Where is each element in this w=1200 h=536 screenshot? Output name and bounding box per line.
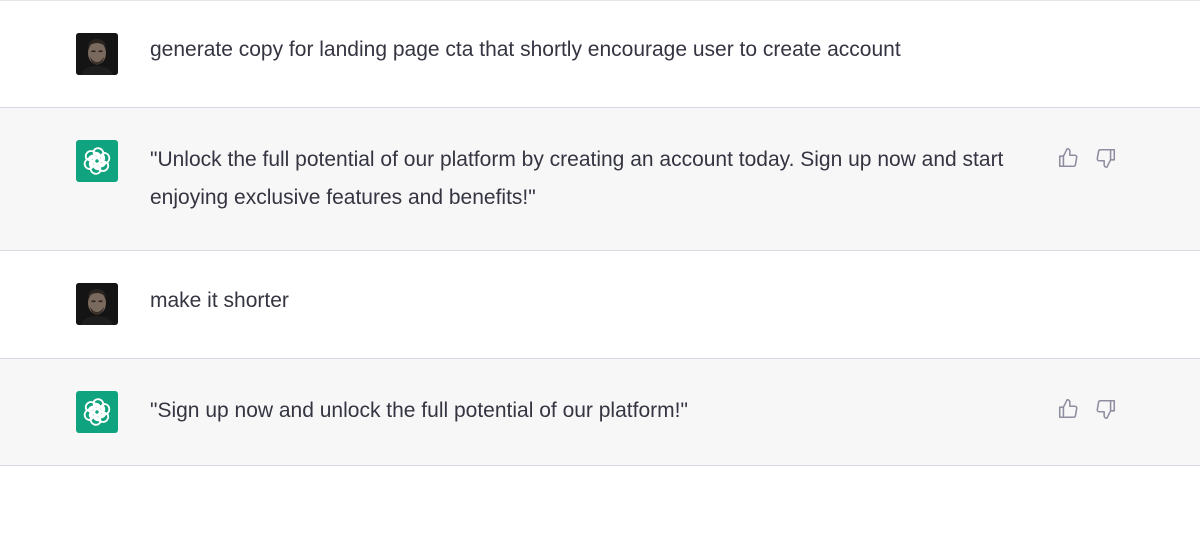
thumbs-down-button[interactable] [1094, 397, 1118, 421]
thumbs-down-icon [1096, 148, 1116, 168]
message-text: generate copy for landing page cta that … [150, 38, 901, 61]
assistant-message: "Unlock the full potential of our platfo… [0, 108, 1200, 251]
assistant-avatar [76, 391, 118, 433]
user-photo-icon [76, 283, 118, 325]
assistant-avatar [76, 140, 118, 182]
openai-logo-icon [83, 398, 111, 426]
user-avatar [76, 283, 118, 325]
chat-thread: generate copy for landing page cta that … [0, 0, 1200, 536]
message-text: "Sign up now and unlock the full potenti… [150, 399, 688, 422]
thumbs-down-icon [1096, 399, 1116, 419]
feedback-actions [1056, 397, 1118, 421]
thumbs-up-button[interactable] [1056, 397, 1080, 421]
thumbs-up-button[interactable] [1056, 146, 1080, 170]
thumbs-up-icon [1058, 399, 1078, 419]
feedback-actions [1056, 146, 1118, 170]
message-text: make it shorter [150, 289, 289, 312]
assistant-message: "Sign up now and unlock the full potenti… [0, 359, 1200, 466]
message-text: "Unlock the full potential of our platfo… [150, 148, 1004, 209]
user-message: make it shorter [0, 251, 1200, 359]
thumbs-up-icon [1058, 148, 1078, 168]
user-avatar [76, 33, 118, 75]
user-photo-icon [76, 33, 118, 75]
openai-logo-icon [83, 147, 111, 175]
user-message: generate copy for landing page cta that … [0, 1, 1200, 108]
thumbs-down-button[interactable] [1094, 146, 1118, 170]
